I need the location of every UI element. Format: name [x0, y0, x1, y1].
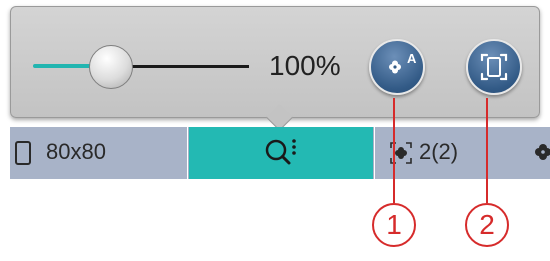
hoop-size-label: 80x80: [46, 139, 106, 164]
hoop-icon: [15, 141, 31, 165]
design-count-label: 2(2): [419, 139, 459, 164]
callout-line-2: [486, 98, 488, 203]
fit-to-screen-icon: [480, 53, 508, 81]
zoom-slider-thumb[interactable]: [89, 45, 133, 89]
tab-flower[interactable]: [527, 127, 550, 179]
tab-design-count[interactable]: 2(2): [374, 127, 526, 179]
tab-hoop-size[interactable]: 80x80: [10, 127, 188, 179]
zoom-level-label: 100%: [269, 50, 341, 81]
zoom-popup: 100% A: [10, 6, 540, 118]
fit-to-screen-button[interactable]: [466, 39, 522, 95]
callout-line-1: [393, 98, 395, 203]
status-tab-bar: 80x80 2(2): [10, 127, 550, 179]
svg-text:A: A: [407, 51, 417, 66]
callout-2: 2: [465, 203, 509, 247]
tab-zoom-options[interactable]: [189, 127, 373, 179]
flower-text-icon: A: [389, 51, 417, 74]
flower-icon: [535, 144, 550, 160]
flower-text-button[interactable]: A: [369, 39, 425, 95]
callout-1: 1: [372, 203, 416, 247]
zoom-slider-fill: [33, 64, 91, 68]
zoom-options-icon: [265, 139, 296, 165]
